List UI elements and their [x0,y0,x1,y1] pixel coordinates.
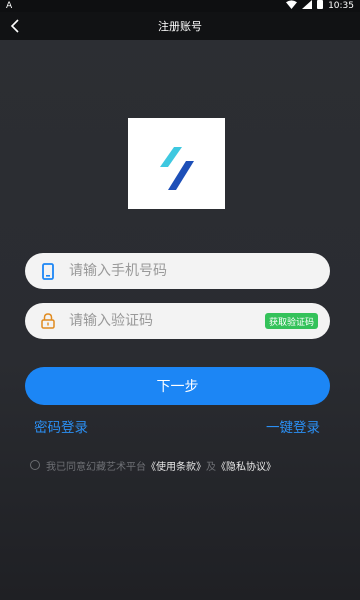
phone-icon [33,262,63,280]
wifi-icon [286,0,298,13]
lock-icon [33,313,63,329]
signal-icon [302,0,313,13]
status-time: 10:35 [328,1,354,11]
terms-link[interactable]: 《使用条款》 [146,458,206,473]
status-indicator: A [6,1,13,11]
phone-field[interactable] [25,253,330,289]
next-button[interactable]: 下一步 [25,367,330,405]
agreement-row: 我已同意幻藏艺术平台 《使用条款》 及 《隐私协议》 [30,457,276,473]
phone-input[interactable] [63,253,330,289]
get-code-button[interactable]: 获取验证码 [264,313,318,329]
page-title: 注册账号 [158,20,202,33]
code-field[interactable]: 获取验证码 [25,303,330,339]
chevron-left-icon [10,19,19,33]
password-login-link[interactable]: 密码登录 [34,416,88,436]
agreement-text: 我已同意幻藏艺术平台 [46,461,146,473]
agreement-and: 及 [206,461,216,473]
one-click-login-link[interactable]: 一键登录 [266,416,320,436]
status-bar: A 10:35 [0,0,360,12]
privacy-link[interactable]: 《隐私协议》 [216,458,276,473]
app-logo [128,118,225,209]
back-button[interactable] [4,15,26,37]
agree-radio[interactable] [30,460,40,470]
nav-bar: 注册账号 [0,12,360,40]
